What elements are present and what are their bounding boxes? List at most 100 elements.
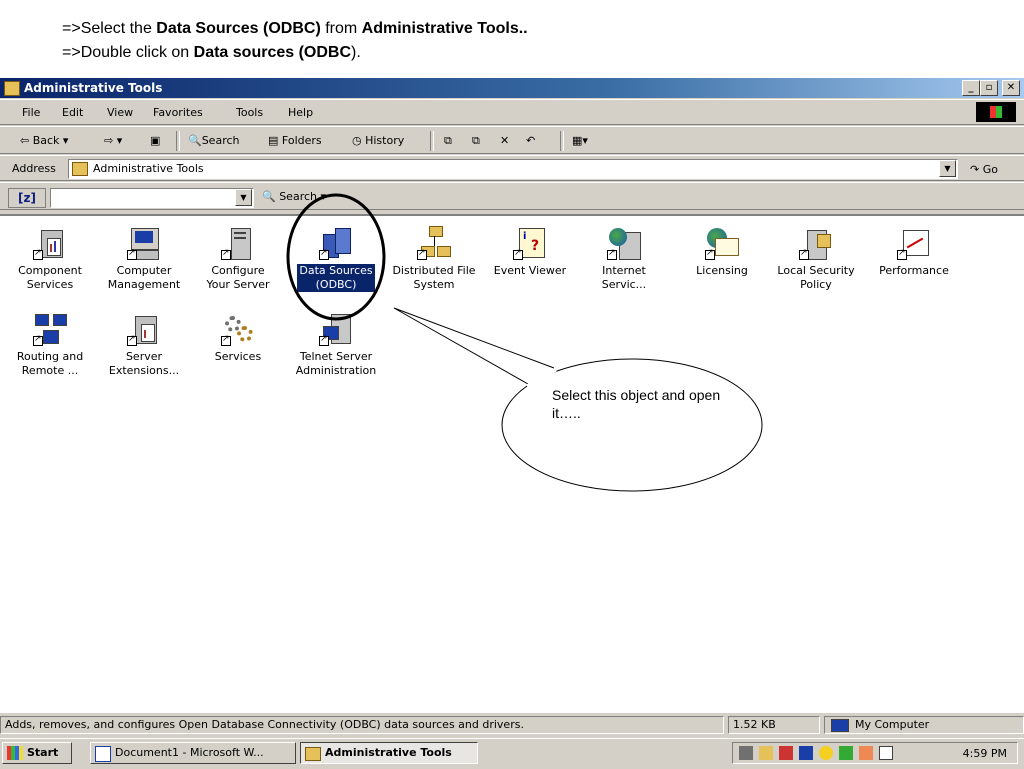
copy-to-icon: ⧉ [472,134,480,147]
search-button[interactable]: 🔍Search [188,134,240,147]
go-button[interactable]: ↷ Go [970,163,998,176]
links-combo-input[interactable]: ▼ [50,188,254,208]
icon-internet-services[interactable]: InternetServic... [576,222,672,292]
folder-icon [305,747,321,761]
start-button[interactable]: Start [2,742,72,764]
shortcut-arrow-icon [319,334,329,346]
word-document-icon [95,746,111,762]
icon-performance[interactable]: Performance [866,222,962,278]
services-icon [221,312,255,346]
shortcut-arrow-icon [897,248,907,260]
menu-favorites[interactable]: Favorites [153,106,203,119]
icon-licensing[interactable]: Licensing [674,222,770,278]
tray-app-icon[interactable] [859,746,873,760]
instruction-line-2: =>Double click on Data sources (ODBC). [62,44,361,61]
menu-help[interactable]: Help [288,106,313,119]
menu-file[interactable]: File [22,106,40,119]
views-button[interactable]: ▦▾ [572,134,588,147]
folders-icon: ▤ [268,134,279,147]
routing-remote-icon [33,312,67,346]
file-view: ComponentServices ComputerManagement Con… [0,214,1024,713]
copy-to-button[interactable]: ⧉ [472,134,480,148]
mail-icon[interactable] [879,746,893,760]
standard-toolbar: ⇦ Back ▾ ⇨ ▾ ▣ 🔍Search ▤ Folders ◷ Histo… [0,126,1024,154]
move-to-button[interactable]: ⧉ [444,134,452,148]
forward-arrow-icon: ⇨ [104,134,114,147]
icon-data-sources-odbc[interactable]: Data Sources(ODBC) [288,222,384,292]
event-viewer-icon: ? i [513,226,547,260]
taskbar: Start Document1 - Microsoft W... Adminis… [0,738,1024,769]
icon-configure-your-server[interactable]: ConfigureYour Server [190,222,286,292]
icon-distributed-file-system[interactable]: Distributed FileSystem [386,222,482,292]
data-sources-odbc-icon [319,226,353,260]
icon-event-viewer[interactable]: ? i Event Viewer [482,222,578,278]
icon-computer-management[interactable]: ComputerManagement [96,222,192,292]
folder-icon [72,162,88,176]
up-folder-button[interactable]: ▣ [150,134,160,147]
links-search-button[interactable]: 🔍 Search ▾ [262,190,326,203]
search-icon: 🔍 [188,134,202,147]
menu-tools[interactable]: Tools [236,106,263,119]
menu-bar: File Edit View Favorites Tools Help [0,99,1024,125]
computer-management-icon [127,226,161,260]
close-button[interactable]: ✕ [1002,80,1020,96]
folders-button[interactable]: ▤ Folders [268,134,322,147]
callout-text: Select this object and open it….. [552,387,721,421]
toolbar-separator [176,131,180,151]
folder-icon [4,81,20,96]
move-to-icon: ⧉ [444,134,452,147]
tray-app-icon[interactable] [799,746,813,760]
z-badge[interactable]: [z] [8,188,46,208]
icon-telnet-server-administration[interactable]: Telnet ServerAdministration [288,308,384,378]
history-button[interactable]: ◷ History [352,134,404,147]
network-icon[interactable] [739,746,753,760]
windows-logo-icon [976,102,1016,122]
minimize-button[interactable]: _ [962,80,980,96]
shortcut-arrow-icon [319,248,329,260]
internet-services-icon [607,226,641,260]
tray-app-icon[interactable] [779,746,793,760]
address-input[interactable]: Administrative Tools ▼ [68,159,958,179]
forward-button[interactable]: ⇨ ▾ [104,134,122,147]
up-folder-icon: ▣ [150,134,161,147]
icon-server-extensions[interactable]: ServerExtensions... [96,308,192,378]
undo-button[interactable]: ↶ [526,134,535,147]
links-dropdown-button[interactable]: ▼ [235,189,252,206]
back-arrow-icon: ⇦ [20,134,30,147]
maximize-button[interactable]: ▫ [980,80,998,96]
address-dropdown-button[interactable]: ▼ [939,160,956,177]
component-services-icon [33,226,67,260]
address-label: Address [12,162,56,175]
shortcut-arrow-icon [127,334,137,346]
shortcut-arrow-icon [33,248,43,260]
taskbar-document1[interactable]: Document1 - Microsoft W... [90,742,296,764]
icon-component-services[interactable]: ComponentServices [2,222,98,292]
taskbar-administrative-tools[interactable]: Administrative Tools [300,742,478,764]
tray-app-icon[interactable] [819,746,833,760]
delete-button[interactable]: ✕ [500,134,509,147]
back-button[interactable]: ⇦ Back ▾ [20,134,68,147]
local-security-policy-icon [799,226,833,260]
my-computer-icon [831,719,849,732]
shortcut-arrow-icon [127,248,137,260]
icon-services[interactable]: Services [190,308,286,364]
menu-edit[interactable]: Edit [62,106,83,119]
tray-app-icon[interactable] [759,746,773,760]
distributed-file-system-icon [417,226,451,260]
instruction-line-1: =>Select the Data Sources (ODBC) from Ad… [62,20,528,37]
go-arrow-icon: ↷ [970,163,980,176]
shortcut-arrow-icon [607,248,617,260]
icon-local-security-policy[interactable]: Local SecurityPolicy [768,222,864,292]
licensing-icon [705,226,739,260]
status-text: Adds, removes, and configures Open Datab… [0,716,724,734]
shortcut-arrow-icon [221,248,231,260]
window-title: Administrative Tools [24,81,163,95]
server-extensions-icon [127,312,161,346]
system-tray: 4:59 PM [732,742,1018,764]
undo-icon: ↶ [526,134,536,147]
icon-routing-and-remote[interactable]: Routing andRemote ... [2,308,98,378]
tray-app-icon[interactable] [839,746,853,760]
title-bar[interactable]: Administrative Tools _ ▫ ✕ [0,78,1024,98]
shortcut-arrow-icon [705,248,715,260]
menu-view[interactable]: View [107,106,133,119]
